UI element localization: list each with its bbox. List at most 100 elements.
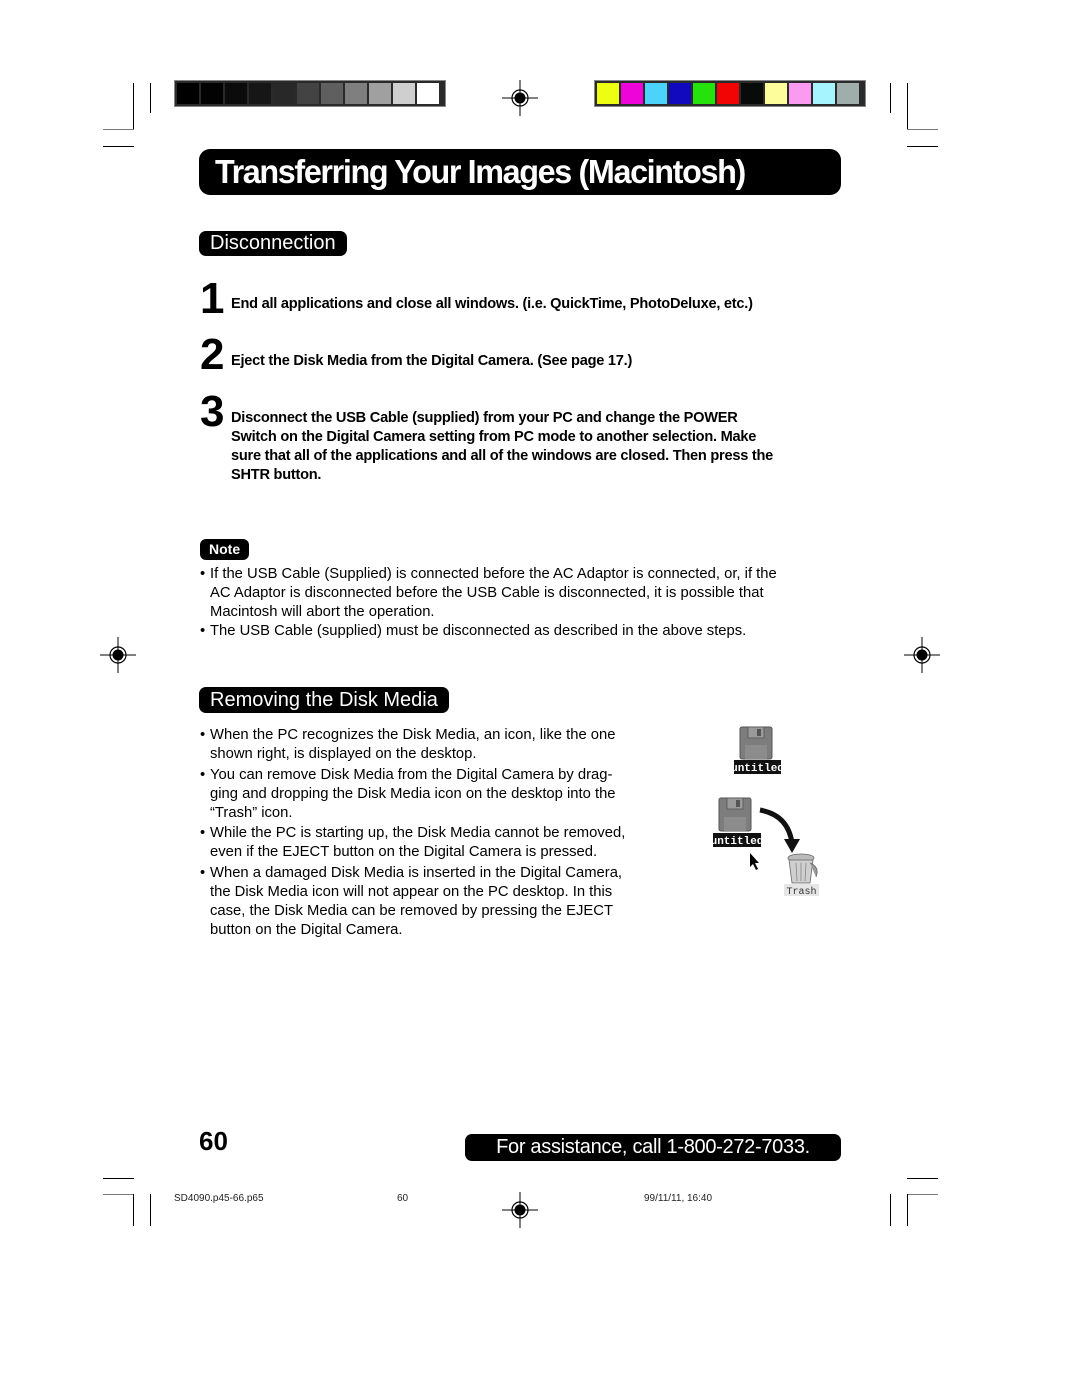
bullet-line: ging and dropping the Disk Media icon on… (210, 786, 616, 802)
info-bullet: • When the PC recognizes the Disk Media,… (200, 726, 615, 764)
bullet-text: When a damaged Disk Media is inserted in… (200, 864, 622, 940)
bullet-icon: • (200, 727, 206, 743)
crop-mark (907, 129, 938, 130)
bullet-text: While the PC is starting up, the Disk Me… (200, 824, 625, 862)
step-text-line: Disconnect the USB Cable (supplied) from… (231, 410, 738, 426)
crop-mark (133, 1194, 134, 1226)
calibration-swatch (249, 83, 271, 104)
bullet-line: The USB Cable (supplied) must be disconn… (210, 623, 747, 639)
disk-label: untitled (731, 763, 784, 775)
note-bullet: • The USB Cable (supplied) must be disco… (200, 622, 746, 641)
calibration-swatch (297, 83, 319, 104)
page-title: Transferring Your Images (Macintosh) (215, 153, 746, 190)
crop-mark (133, 83, 134, 130)
bullet-text: You can remove Disk Media from the Digit… (200, 766, 616, 823)
calibration-swatch (177, 83, 199, 104)
footer-timestamp: 99/11/11, 16:40 (644, 1193, 713, 1204)
registration-mark-icon (502, 1192, 538, 1228)
note-bullet: • If the USB Cable (Supplied) is connect… (200, 565, 777, 622)
calibration-swatch (417, 83, 439, 104)
crop-mark (907, 1194, 908, 1226)
calibration-swatch (813, 83, 835, 104)
step-number: 3 (200, 387, 225, 436)
calibration-swatch (717, 83, 739, 104)
bullet-icon: • (200, 865, 206, 881)
calibration-swatch (345, 83, 367, 104)
info-bullet: • While the PC is starting up, the Disk … (200, 824, 625, 862)
calibration-swatch (741, 83, 763, 104)
step-text: End all applications and close all windo… (231, 296, 753, 312)
crop-mark (103, 1194, 134, 1195)
calibration-swatch (321, 83, 343, 104)
disk-label: untitled (711, 836, 764, 848)
mouse-cursor-icon (750, 853, 759, 870)
bullet-icon: • (200, 623, 206, 639)
bullet-line: If the USB Cable (Supplied) is connected… (210, 566, 777, 582)
calibration-swatch (789, 83, 811, 104)
calibration-swatch (201, 83, 223, 104)
calibration-swatch (837, 83, 859, 104)
bullet-line: AC Adaptor is disconnected before the US… (210, 585, 764, 601)
registration-mark-icon (502, 80, 538, 116)
bullet-line: You can remove Disk Media from the Digit… (210, 767, 613, 783)
calibration-swatch (597, 83, 619, 104)
crop-mark (907, 1194, 938, 1195)
bullet-line: Macintosh will abort the operation. (210, 604, 435, 620)
calibration-swatch (765, 83, 787, 104)
crop-mark (103, 1178, 134, 1179)
disk-to-trash-illustration: untitled untitled Trash (711, 726, 819, 898)
bullet-icon: • (200, 767, 206, 783)
page-number: 60 (199, 1126, 228, 1156)
step-number: 1 (200, 274, 225, 323)
crop-mark (907, 146, 938, 147)
calibration-swatch (273, 83, 295, 104)
crop-mark (150, 83, 151, 113)
bullet-line: case, the Disk Media can be removed by p… (210, 903, 613, 919)
bullet-line: When the PC recognizes the Disk Media, a… (210, 727, 616, 743)
info-bullet: • When a damaged Disk Media is inserted … (200, 864, 622, 940)
crop-mark (890, 1194, 891, 1226)
bullet-line: shown right, is displayed on the desktop… (210, 746, 477, 762)
bullet-line: button on the Digital Camera. (210, 922, 403, 938)
calibration-swatch (669, 83, 691, 104)
calibration-swatch (621, 83, 643, 104)
bullet-text: The USB Cable (supplied) must be disconn… (200, 622, 746, 641)
section-heading-disconnection: Disconnection (199, 231, 347, 256)
disk-icon (718, 797, 752, 832)
step-text: Eject the Disk Media from the Digital Ca… (231, 353, 633, 369)
step-number: 2 (200, 330, 225, 379)
crop-mark (907, 1178, 938, 1179)
calibration-swatch (393, 83, 415, 104)
bullet-text: When the PC recognizes the Disk Media, a… (200, 726, 615, 764)
footer-filename: SD4090.p45-66.p65 (174, 1193, 264, 1204)
section-heading-removing-disk-media: Removing the Disk Media (199, 687, 449, 713)
bullet-line: the Disk Media icon will not appear on t… (210, 884, 613, 900)
calibration-swatch (693, 83, 715, 104)
color-calibration-bar (594, 80, 866, 107)
bullet-icon: • (200, 566, 206, 582)
crop-mark (907, 83, 908, 130)
trash-icon (787, 853, 818, 884)
crop-mark (150, 1194, 151, 1226)
bullet-line: While the PC is starting up, the Disk Me… (210, 825, 626, 841)
step-text-line: sure that all of the applications and al… (231, 448, 774, 464)
page-title-banner: Transferring Your Images (Macintosh) (199, 149, 841, 195)
bullet-icon: • (200, 825, 206, 841)
arrow-head-icon (784, 839, 800, 853)
step-text-line: SHTR button. (231, 467, 322, 483)
disk-icon (739, 726, 773, 760)
drag-arrow-icon (759, 807, 795, 844)
bullet-line: When a damaged Disk Media is inserted in… (210, 865, 623, 881)
step-text: Disconnect the USB Cable (supplied) from… (231, 409, 773, 485)
bullet-text: If the USB Cable (Supplied) is connected… (200, 565, 777, 622)
calibration-swatch (369, 83, 391, 104)
step-text-line: Switch on the Digital Camera setting fro… (231, 429, 757, 445)
note-badge: Note (200, 539, 250, 560)
footer-page: 60 (397, 1193, 409, 1204)
calibration-swatch (645, 83, 667, 104)
crop-mark (103, 129, 134, 130)
assistance-phone-banner: For assistance, call 1-800-272-7033. (465, 1134, 841, 1161)
bullet-line: “Trash” icon. (210, 805, 293, 821)
grayscale-calibration-bar (174, 80, 446, 107)
bullet-line: even if the EJECT button on the Digital … (210, 844, 598, 860)
